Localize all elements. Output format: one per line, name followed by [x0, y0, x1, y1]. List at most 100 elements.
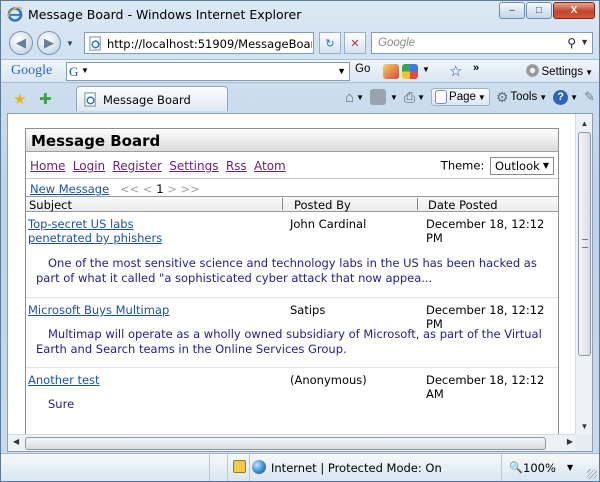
zoom-dropdown-icon[interactable]: ▼ [567, 463, 573, 472]
table-row: Another test (Anonymous) December 18, 12… [26, 368, 558, 428]
minimize-button[interactable]: – [499, 2, 525, 19]
help-button[interactable]: ? ▼ [553, 89, 578, 105]
forward-button[interactable]: ▶ [37, 31, 61, 55]
status-divider [249, 454, 250, 481]
settings-gear-icon [525, 64, 539, 77]
google-search-input[interactable]: G ▼ ▼ [66, 62, 350, 81]
chevron-down-icon: ▼ [542, 161, 549, 170]
internet-zone-icon [252, 460, 266, 474]
settings-dropdown-icon: ▼ [585, 68, 593, 77]
search-dropdown-icon[interactable]: ▼ [580, 37, 589, 47]
rss-icon [370, 89, 386, 105]
column-divider [282, 198, 283, 210]
back-arrow-icon: ◀ [16, 35, 26, 50]
column-date-posted[interactable]: Date Posted [428, 198, 498, 212]
browser-window: Message Board - Windows Internet Explore… [0, 0, 600, 482]
research-icon: ✎ [584, 89, 595, 104]
column-posted-by[interactable]: Posted By [294, 198, 351, 212]
tools-gear-icon: ⚙ [495, 88, 509, 105]
pager-prev: << < [120, 182, 153, 196]
tab-message-board[interactable]: Message Board [76, 86, 228, 111]
message-preview: Multimap will operate as a wholly owned … [36, 327, 542, 356]
zoom-level[interactable]: 100% [523, 461, 556, 475]
feeds-button[interactable]: ▼ [370, 89, 398, 105]
scroll-down-icon[interactable]: ▼ [577, 418, 592, 434]
nav-login-link[interactable]: Login [73, 159, 105, 173]
scroll-right-icon[interactable]: ▶ [567, 437, 573, 446]
message-subject-link[interactable]: Top-secret US labs penetrated by phisher… [28, 217, 198, 245]
table-row: Microsoft Buys Multimap Satips December … [26, 298, 558, 368]
chevron-more-icon[interactable]: » [473, 62, 479, 74]
message-subject-link[interactable]: Microsoft Buys Multimap [28, 303, 198, 317]
vertical-scrollbar[interactable]: ▲ ▼ [575, 114, 592, 435]
tools-menu-label: Tools [510, 91, 538, 103]
refresh-button[interactable]: ↻ [319, 32, 341, 54]
search-input[interactable]: Google ⚲ ▼ [371, 32, 593, 54]
back-button[interactable]: ◀ [9, 31, 33, 55]
print-button[interactable]: ⎙ ▼ [404, 89, 425, 106]
printer-icon: ⎙ [403, 88, 416, 105]
new-message-link[interactable]: New Message [30, 182, 109, 196]
address-field[interactable]: http://localhost:51909/MessageBoard/l [84, 32, 314, 54]
theme-label: Theme: [440, 158, 485, 173]
google-search-dropdown-icon[interactable]: ▼ [337, 66, 346, 76]
tab-label: Message Board [103, 93, 191, 107]
scroll-up-icon[interactable]: ▲ [577, 115, 592, 131]
pager: << < 1 > >> [120, 182, 200, 196]
message-author: Satips [290, 303, 326, 317]
theme-select-value: Outlook [495, 159, 540, 173]
stop-icon: ✕ [350, 37, 360, 50]
maximize-button[interactable]: □ [526, 2, 552, 19]
horizontal-scrollbar[interactable]: ◀ ▶ [8, 434, 577, 451]
vertical-scroll-thumb[interactable] [578, 132, 591, 356]
google-apps-icon[interactable] [402, 64, 418, 79]
title-bar: Message Board - Windows Internet Explore… [1, 1, 599, 27]
page-menu-label: Page [449, 91, 476, 103]
close-button[interactable]: X [553, 2, 595, 19]
scroll-left-icon[interactable]: ◀ [13, 437, 19, 446]
history-dropdown-icon[interactable]: ▼ [66, 39, 74, 48]
nav-rss-link[interactable]: Rss [226, 159, 247, 173]
search-icon[interactable]: ⚲ [567, 36, 576, 50]
table-header: Subject Posted By Date Posted [26, 196, 558, 212]
security-lock-icon[interactable] [233, 460, 246, 473]
settings-label: Settings [541, 66, 584, 78]
nav-settings-link[interactable]: Settings [169, 159, 218, 173]
table-row: Top-secret US labs penetrated by phisher… [26, 212, 558, 298]
message-board-panel: Message Board Home Login Register Settin… [25, 128, 559, 438]
forward-arrow-icon: ▶ [44, 35, 54, 50]
page-menu-icon [435, 90, 448, 104]
nav-home-link[interactable]: Home [30, 159, 65, 173]
home-button[interactable]: ⌂ ▼ [345, 89, 364, 106]
page-menu-button[interactable]: Page ▼ [431, 88, 490, 106]
stop-button[interactable]: ✕ [344, 32, 366, 54]
nav-atom-link[interactable]: Atom [254, 159, 286, 173]
message-subject-link[interactable]: Another test [28, 373, 198, 387]
horizontal-scroll-thumb[interactable] [25, 437, 546, 450]
theme-select[interactable]: Outlook ▼ [490, 157, 554, 175]
status-divider [227, 454, 228, 481]
url-text[interactable]: http://localhost:51909/MessageBoard/l [107, 37, 312, 51]
nav-register-link[interactable]: Register [113, 159, 162, 173]
page-viewport: Message Board Home Login Register Settin… [7, 113, 593, 452]
print-dropdown-icon: ▼ [417, 92, 426, 102]
theme-picker: Theme: Outlook ▼ [441, 157, 554, 175]
google-apps-dropdown-icon[interactable]: ▼ [422, 65, 430, 74]
zoom-icon[interactable]: 🔍 [509, 461, 523, 474]
page-icon [89, 36, 101, 51]
star-icon[interactable]: ☆ [449, 62, 462, 80]
google-g-dropdown-icon[interactable]: ▼ [81, 66, 89, 75]
add-favorite-icon[interactable]: ✚ [39, 90, 52, 108]
pager-current-page[interactable]: 1 [156, 182, 163, 196]
google-go-button[interactable]: Go [355, 63, 370, 75]
google-bookmark-icon[interactable] [383, 64, 399, 79]
column-subject[interactable]: Subject [29, 198, 72, 212]
scrollbar-corner [575, 434, 592, 451]
zone-status-text[interactable]: Internet | Protected Mode: On [271, 461, 442, 475]
google-logo-text: Google [11, 63, 53, 78]
tools-menu-button[interactable]: ⚙ Tools ▼ [496, 89, 547, 106]
research-button[interactable]: ✎ [584, 89, 595, 105]
resize-grip-icon[interactable] [587, 469, 597, 479]
google-settings-button[interactable]: Settings ▼ [525, 64, 593, 78]
favorites-star-icon[interactable]: ★ [13, 90, 26, 108]
